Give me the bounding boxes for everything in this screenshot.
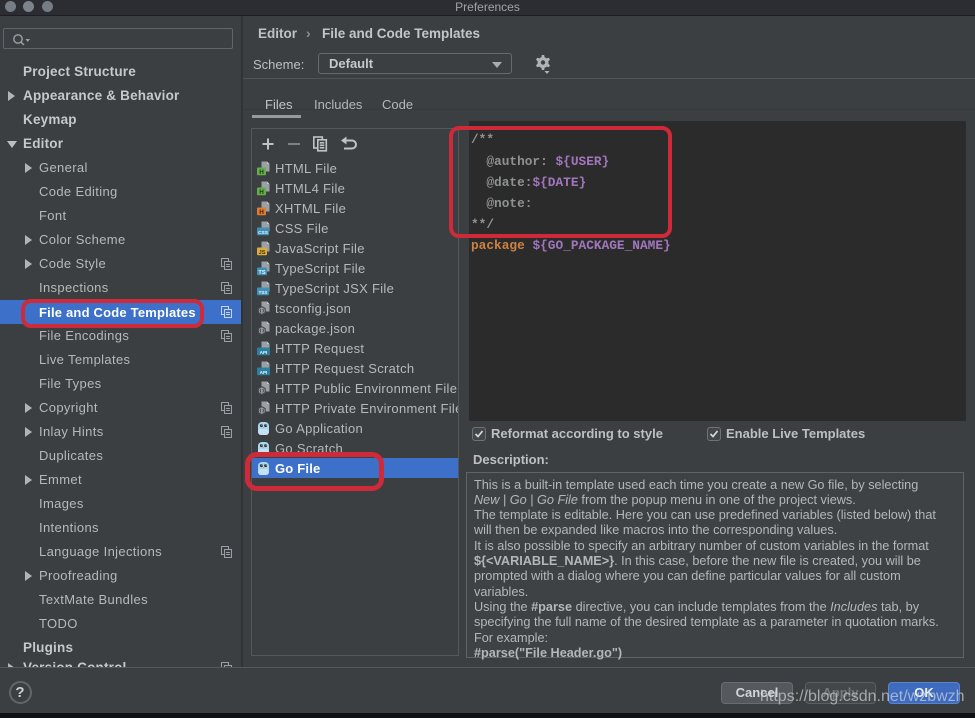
svg-text:TS: TS xyxy=(258,270,265,276)
svg-text:API: API xyxy=(260,350,268,355)
svg-text:CSS: CSS xyxy=(258,230,269,236)
svg-text:TSX: TSX xyxy=(259,290,268,295)
svg-text:H: H xyxy=(259,189,264,196)
svg-text:API: API xyxy=(260,370,268,375)
svg-text:H: H xyxy=(259,169,264,176)
svg-text:JS: JS xyxy=(259,250,266,256)
svg-text:H: H xyxy=(259,209,264,216)
